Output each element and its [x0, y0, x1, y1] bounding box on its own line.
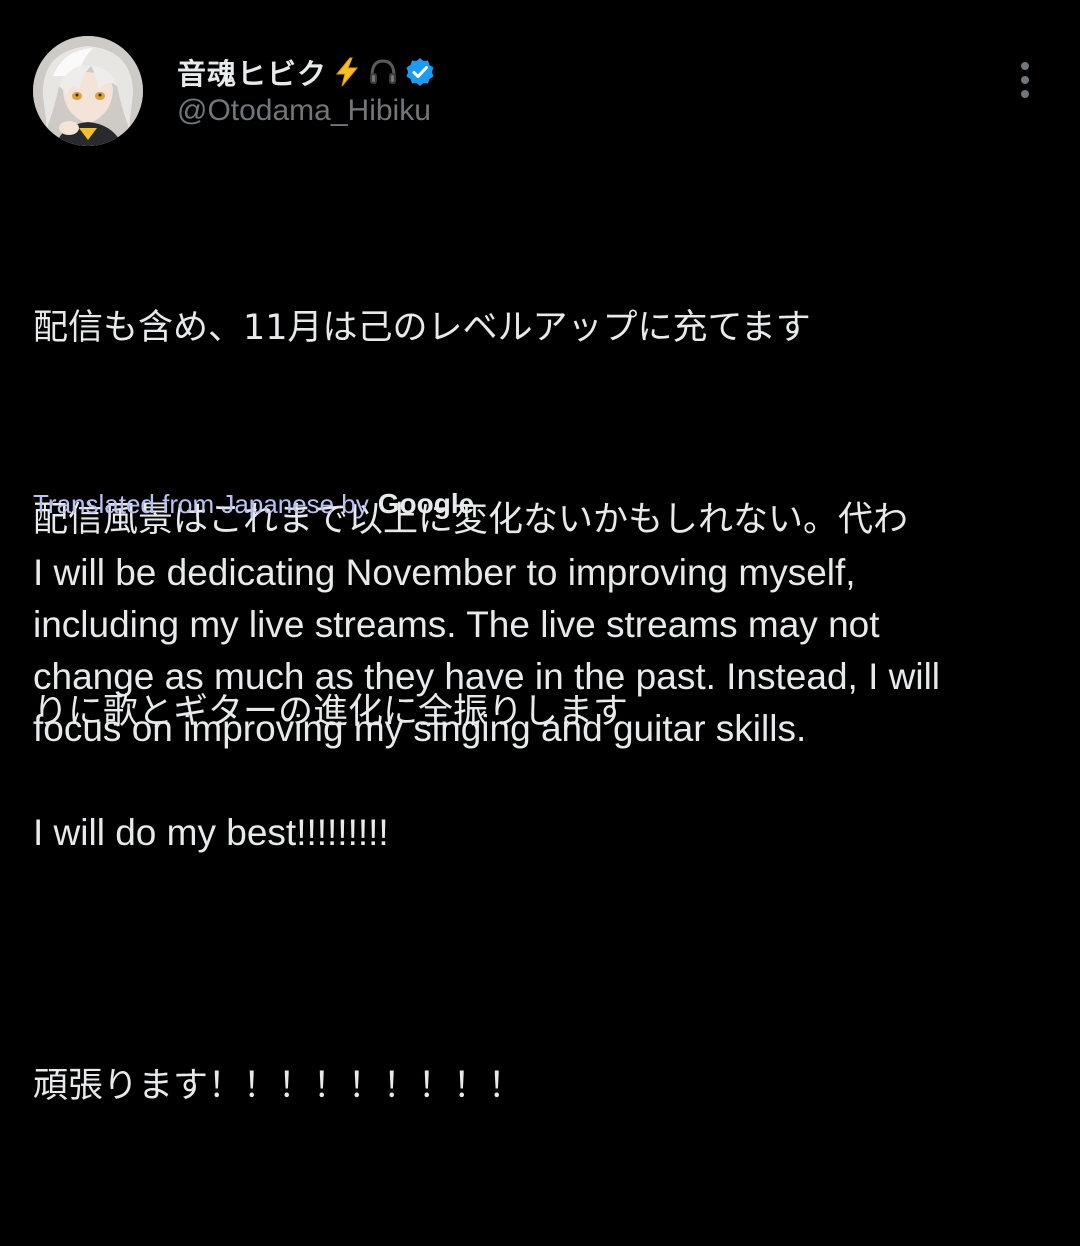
- translation-line: focus on improving my singing and guitar…: [33, 708, 807, 749]
- more-dot-icon: [1021, 90, 1029, 98]
- more-dot-icon: [1021, 76, 1029, 84]
- original-line: 配信も含め、11月は己のレベルアップに充てます: [33, 308, 811, 348]
- original-line: 頑張ります！！！！！！！！！: [33, 1066, 524, 1106]
- google-logo: Google: [377, 488, 475, 519]
- translation-attribution[interactable]: Translated from Japanese by Google: [33, 484, 474, 524]
- author-handle[interactable]: @Otodama_Hibiku: [177, 94, 431, 128]
- tweet-card[interactable]: 音魂ヒビク @Otodama_Hibiku 配信も含め、11月は己のレベルアップ…: [0, 0, 1080, 1106]
- more-options-button[interactable]: [1004, 58, 1046, 102]
- translation-line: change as much as they have in the past.…: [33, 656, 941, 697]
- avatar[interactable]: [33, 36, 143, 146]
- translation-blank-line: [33, 755, 1053, 807]
- tweet-translated-text: I will be dedicating November to improvi…: [33, 547, 1053, 859]
- display-name[interactable]: 音魂ヒビク: [177, 51, 327, 93]
- more-horizontal-dots-icon: [1021, 62, 1029, 70]
- author-name-row[interactable]: 音魂ヒビク: [177, 50, 435, 94]
- avatar-image: [33, 36, 143, 146]
- original-blank-line: [33, 872, 1043, 926]
- lightning-bolt-icon: [331, 56, 363, 88]
- translated-from-label[interactable]: Translated from Japanese by: [33, 489, 369, 520]
- translation-line: I will do my best!!!!!!!!!: [33, 812, 389, 853]
- translation-line: I will be dedicating November to improvi…: [33, 552, 856, 593]
- verified-badge-icon: [405, 57, 435, 87]
- translation-line: including my live streams. The live stre…: [33, 604, 880, 645]
- headphones-icon: [367, 56, 399, 88]
